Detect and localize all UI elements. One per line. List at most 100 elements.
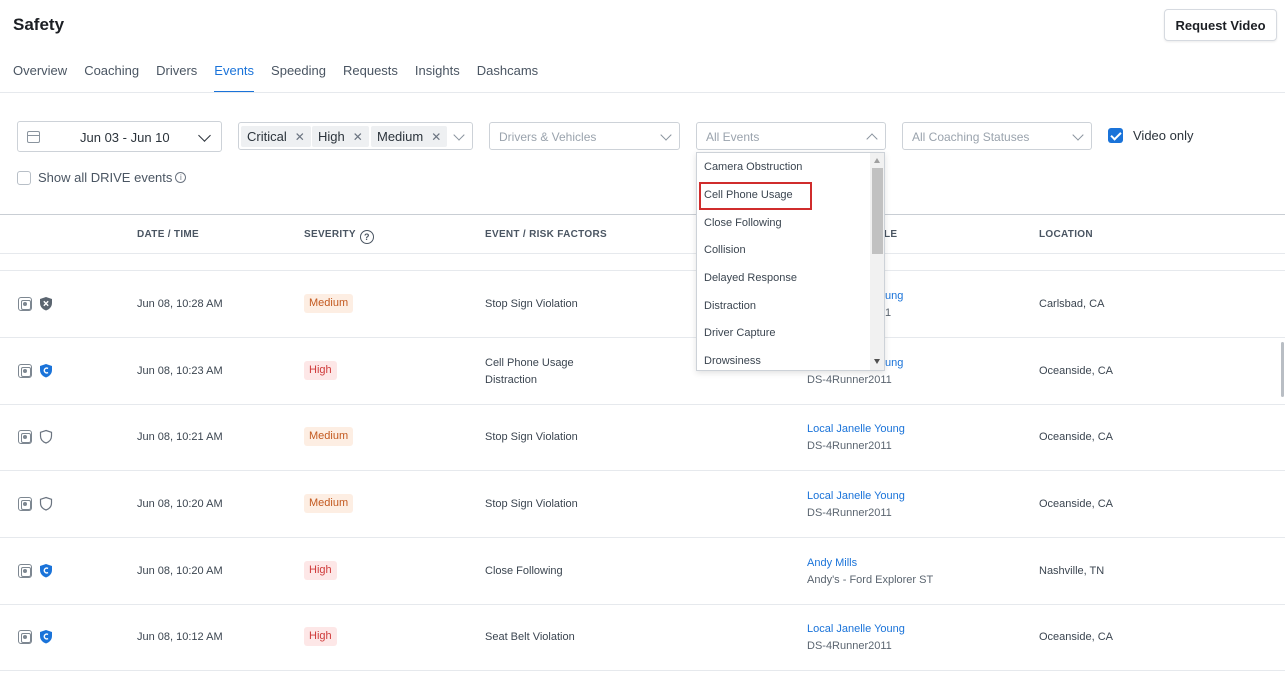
request-video-button[interactable]: Request Video	[1164, 9, 1277, 41]
remove-chip-icon[interactable]: ✕	[295, 130, 305, 144]
column-header-event[interactable]: EVENT / RISK FACTORS	[485, 229, 607, 240]
date-range-picker[interactable]: Jun 03 - Jun 10	[17, 121, 222, 152]
table-row[interactable]: Jun 08, 10:28 AM Medium Stop Sign Violat…	[0, 271, 1285, 338]
tab-drivers[interactable]: Drivers	[156, 63, 197, 93]
column-header-vehicle[interactable]: LE	[884, 229, 897, 240]
event-location: Oceanside, CA	[1039, 431, 1113, 443]
tab-overview[interactable]: Overview	[13, 63, 67, 93]
event-location: Oceanside, CA	[1039, 631, 1113, 643]
severity-header-label: SEVERITY	[304, 229, 356, 240]
shield-x-icon	[40, 297, 52, 311]
column-header-location[interactable]: LOCATION	[1039, 229, 1093, 240]
tab-bar: Overview Coaching Drivers Events Speedin…	[13, 63, 555, 93]
camera-icon	[18, 497, 32, 511]
dropdown-option[interactable]: Drowsiness	[704, 355, 761, 367]
severity-select[interactable]: Critical ✕ High ✕ Medium ✕	[238, 122, 473, 150]
severity-badge: High	[304, 361, 337, 380]
chevron-down-icon	[660, 129, 672, 141]
severity-badge: High	[304, 627, 337, 646]
events-placeholder: All Events	[706, 130, 760, 144]
vehicle-name: DS-4Runner2011	[807, 440, 892, 452]
severity-chip-high: High ✕	[312, 126, 369, 147]
tab-coaching[interactable]: Coaching	[84, 63, 139, 93]
table-row[interactable]: Jun 08, 10:23 AM High Cell Phone Usage D…	[0, 338, 1285, 405]
dropdown-option[interactable]: Close Following	[704, 217, 782, 229]
event-location: Carlsbad, CA	[1039, 298, 1105, 310]
driver-link[interactable]: ung	[885, 290, 903, 302]
vehicle-name: DS-4Runner2011	[807, 640, 892, 652]
show-all-checkbox[interactable]	[17, 170, 31, 185]
page-scrollbar[interactable]	[1281, 342, 1284, 397]
camera-icon	[18, 630, 32, 644]
events-select[interactable]: All Events	[696, 122, 886, 150]
table-row[interactable]: Jun 08, 10:21 AM Medium Stop Sign Violat…	[0, 404, 1285, 471]
drivers-vehicles-select[interactable]: Drivers & Vehicles	[489, 122, 680, 150]
severity-badge: Medium	[304, 494, 354, 513]
show-all-label: Show all DRIVE events	[38, 170, 173, 185]
scroll-down-icon[interactable]	[874, 359, 880, 364]
event-location: Oceanside, CA	[1039, 498, 1113, 510]
driver-link[interactable]: Local Janelle Young	[807, 623, 905, 635]
dropdown-option[interactable]: Collision	[704, 244, 746, 256]
table-top-border	[0, 214, 1285, 215]
table-row[interactable]: Jun 08, 10:12 AM High Seat Belt Violatio…	[0, 604, 1285, 671]
remove-chip-icon[interactable]: ✕	[353, 130, 363, 144]
remove-chip-icon[interactable]: ✕	[431, 130, 441, 144]
video-only-label: Video only	[1133, 128, 1194, 143]
driver-link[interactable]: Local Janelle Young	[807, 423, 905, 435]
vehicle-name: DS-4Runner2011	[807, 507, 892, 519]
driver-link[interactable]: ung	[885, 357, 903, 369]
events-dropdown-menu: Camera Obstruction Cell Phone Usage Clos…	[696, 152, 885, 371]
camera-icon	[18, 430, 32, 444]
vehicle-name: Andy's - Ford Explorer ST	[807, 574, 934, 586]
dropdown-option[interactable]: Delayed Response	[704, 272, 797, 284]
event-datetime: Jun 08, 10:21 AM	[137, 431, 223, 443]
tabs-divider	[0, 92, 1285, 93]
show-all-drive-toggle[interactable]: Show all DRIVE events i	[17, 170, 187, 185]
event-datetime: Jun 08, 10:28 AM	[137, 298, 223, 310]
camera-icon	[18, 364, 32, 378]
vehicle-name: 1	[885, 307, 892, 319]
event-type: Stop Sign Violation	[485, 298, 578, 310]
calendar-icon	[27, 131, 40, 143]
risk-factor: Distraction	[485, 374, 537, 386]
video-only-checkbox[interactable]	[1108, 128, 1123, 143]
coaching-status-placeholder: All Coaching Statuses	[912, 130, 1030, 144]
tab-requests[interactable]: Requests	[343, 63, 398, 93]
shield-outline-icon	[39, 496, 53, 511]
tab-events[interactable]: Events	[214, 63, 254, 93]
date-range-value: Jun 03 - Jun 10	[80, 130, 170, 145]
video-only-toggle[interactable]: Video only	[1108, 128, 1193, 143]
table-row[interactable]: Jun 08, 10:20 AM Medium Stop Sign Violat…	[0, 471, 1285, 538]
tab-speeding[interactable]: Speeding	[271, 63, 326, 93]
dropdown-option[interactable]: Camera Obstruction	[704, 161, 802, 173]
event-datetime: Jun 08, 10:12 AM	[137, 631, 223, 643]
info-icon[interactable]: i	[175, 172, 187, 183]
scroll-up-icon[interactable]	[874, 158, 880, 163]
dropdown-scrollbar[interactable]	[870, 153, 884, 370]
dropdown-option[interactable]: Driver Capture	[704, 327, 776, 339]
tab-insights[interactable]: Insights	[415, 63, 460, 93]
event-type: Stop Sign Violation	[485, 498, 578, 510]
vehicle-name: DS-4Runner2011	[807, 374, 892, 386]
dropdown-option[interactable]: Distraction	[704, 300, 756, 312]
coaching-status-select[interactable]: All Coaching Statuses	[902, 122, 1092, 150]
event-location: Oceanside, CA	[1039, 365, 1113, 377]
table-row[interactable]: Jun 08, 10:20 AM High Close Following An…	[0, 538, 1285, 605]
column-header-datetime[interactable]: DATE / TIME	[137, 229, 199, 240]
help-icon[interactable]: ?	[359, 230, 374, 244]
event-datetime: Jun 08, 10:20 AM	[137, 498, 223, 510]
shield-check-icon	[40, 564, 52, 578]
event-datetime: Jun 08, 10:23 AM	[137, 365, 223, 377]
header-divider	[0, 253, 1285, 254]
tab-dashcams[interactable]: Dashcams	[477, 63, 538, 93]
driver-link[interactable]: Local Janelle Young	[807, 490, 905, 502]
severity-badge: High	[304, 561, 337, 580]
driver-link[interactable]: Andy Mills	[807, 557, 857, 569]
highlight-box	[699, 182, 812, 210]
column-header-severity[interactable]: SEVERITY?	[304, 229, 374, 244]
severity-badge: Medium	[304, 427, 354, 446]
scroll-thumb[interactable]	[872, 168, 883, 254]
shield-check-icon	[40, 364, 52, 378]
chip-label: Critical	[247, 129, 287, 144]
